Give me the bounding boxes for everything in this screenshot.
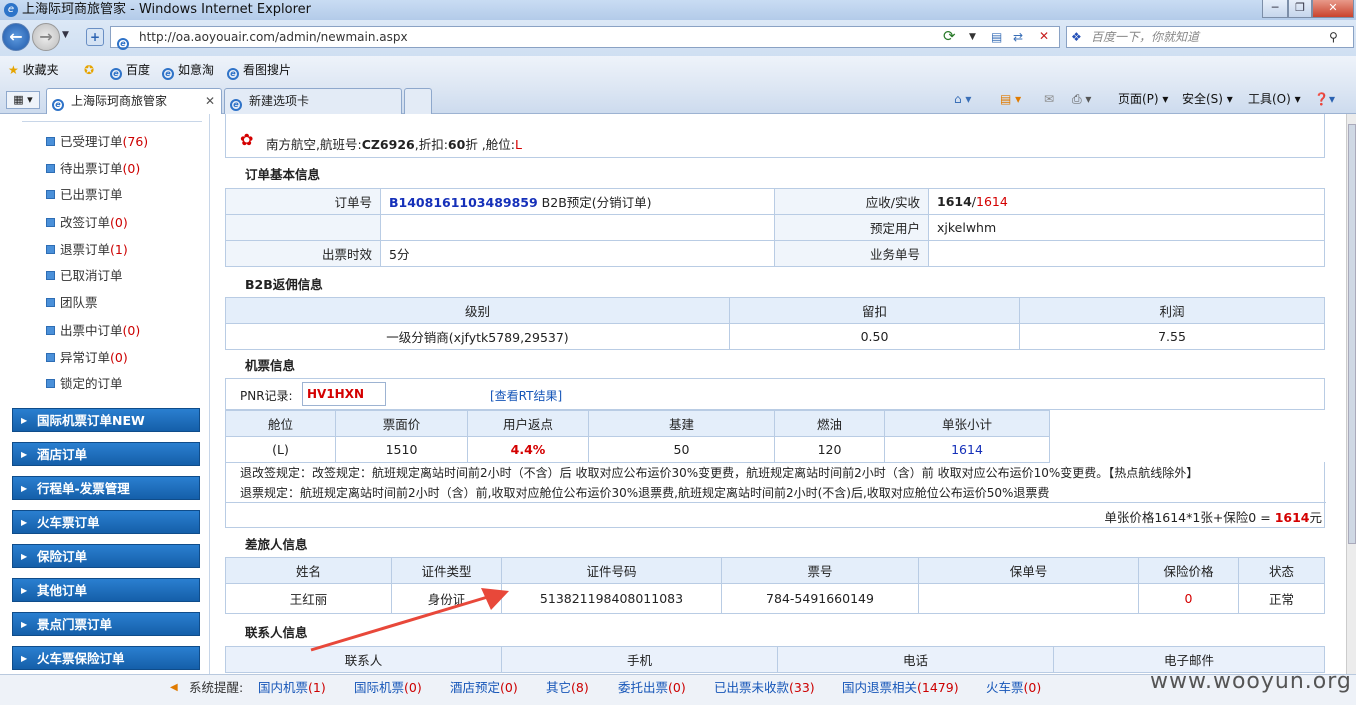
status-arrow-icon: ◀	[170, 682, 178, 693]
page-menu[interactable]: 页面(P) ▾	[1118, 90, 1168, 108]
fav-item-kantu[interactable]: e 看图搜片	[227, 56, 291, 84]
window-title: 上海际珂商旅管家 - Windows Internet Explorer	[22, 2, 311, 17]
menu-itinerary[interactable]: 行程单-发票管理	[12, 476, 200, 501]
status-link-intl[interactable]: 国际机票(0)	[354, 675, 422, 701]
sidebar: 已受理订单(76) 待出票订单(0) 已出票订单 改签订单(0) 退票订单(1)…	[0, 114, 210, 674]
menu-other-orders[interactable]: 其他订单	[12, 578, 200, 603]
window-title-bar: e 上海际珂商旅管家 - Windows Internet Explorer ─…	[0, 0, 1356, 20]
status-link-unpaid[interactable]: 已出票未收款(33)	[714, 675, 815, 701]
page-ie-icon: e	[117, 38, 129, 50]
main-content: ✿ 南方航空,航班号:CZ6926,折扣:60折 ,舱位:L 订单基本信息 订单…	[211, 114, 1346, 674]
sidebar-item-issuing[interactable]: 出票中订单(0)	[46, 323, 140, 339]
sidebar-item-pending[interactable]: 待出票订单(0)	[46, 161, 140, 177]
fav-item-baidu[interactable]: e 百度	[110, 56, 150, 84]
status-link-other[interactable]: 其它(8)	[546, 675, 589, 701]
menu-insurance-orders[interactable]: 保险订单	[12, 544, 200, 569]
help-icon[interactable]: ❓▾	[1314, 90, 1335, 108]
minimize-button[interactable]: ─	[1262, 0, 1288, 18]
compat-icon[interactable]: ⟳	[943, 26, 956, 46]
history-dropdown-icon[interactable]: ▼	[62, 30, 69, 40]
menu-ticket-orders[interactable]: 景点门票订单	[12, 612, 200, 637]
status-link-train[interactable]: 火车票(0)	[986, 675, 1041, 701]
menu-hotel-orders[interactable]: 酒店订单	[12, 442, 200, 467]
vertical-scrollbar[interactable]	[1346, 114, 1356, 674]
menu-intl-orders[interactable]: 国际机票订单NEW	[12, 408, 200, 433]
maximize-button[interactable]: ❐	[1288, 0, 1312, 18]
rss-page-icon[interactable]: ▤	[991, 27, 1002, 47]
back-icon[interactable]: ←	[2, 23, 30, 51]
sidebar-item-cancelled[interactable]: 已取消订单	[46, 268, 123, 284]
sidebar-item-change[interactable]: 改签订单(0)	[46, 215, 128, 231]
search-icon[interactable]: ⚲	[1329, 27, 1338, 47]
tools-menu[interactable]: 工具(O) ▾	[1248, 90, 1301, 108]
feeds-icon[interactable]: ▤ ▾	[1000, 90, 1021, 108]
sidebar-item-refund[interactable]: 退票订单(1)	[46, 242, 128, 258]
search-input[interactable]: ❖ 百度一下，你就知道 ⚲	[1066, 26, 1354, 48]
annotation-arrow	[310, 588, 509, 652]
sidebar-item-locked[interactable]: 锁定的订单	[46, 376, 123, 392]
sidebar-item-accepted[interactable]: 已受理订单(76)	[46, 134, 148, 150]
close-button[interactable]: ✕	[1312, 0, 1354, 18]
favorites-button[interactable]: ★ 收藏夹	[8, 56, 59, 84]
status-link-hotel[interactable]: 酒店预定(0)	[450, 675, 518, 701]
forward-icon[interactable]: →	[32, 23, 60, 51]
add-favorite-icon[interactable]: ✪	[84, 56, 94, 84]
sidebar-header-clip	[22, 114, 202, 122]
watermark: www.wooyun.org	[1150, 669, 1352, 694]
status-label: 系统提醒:	[189, 680, 244, 695]
home-icon[interactable]: ⌂ ▾	[954, 90, 971, 108]
status-link-domestic[interactable]: 国内机票(1)	[258, 675, 326, 701]
print-icon[interactable]: ⎙ ▾	[1072, 90, 1091, 108]
ie-icon: e	[4, 3, 18, 17]
star-icon: ★	[8, 63, 19, 77]
quick-tabs-icon[interactable]: ▦ ▾	[6, 91, 40, 109]
new-tab-button[interactable]	[404, 88, 432, 114]
tab-active[interactable]: e 上海际珂商旅管家 ✕	[46, 88, 222, 114]
safety-menu[interactable]: 安全(S) ▾	[1182, 90, 1233, 108]
tab-close-icon[interactable]: ✕	[205, 89, 215, 113]
favorites-bar: ★ 收藏夹 ✪ e 百度 e 如意淘 e 看图搜片	[0, 56, 1356, 84]
fav-item-ruyitao[interactable]: e 如意淘	[162, 56, 214, 84]
new-site-icon[interactable]: +	[86, 28, 104, 46]
baidu-icon: ❖	[1071, 30, 1082, 44]
tab-bar: ▦ ▾ e 上海际珂商旅管家 ✕ e 新建选项卡 ⌂ ▾ ▤ ▾ ✉ ⎙ ▾ 页…	[0, 84, 1356, 114]
address-bar: ← → ▼ + e http://oa.aoyouair.com/admin/n…	[0, 20, 1356, 56]
sidebar-item-abnormal[interactable]: 异常订单(0)	[46, 350, 128, 366]
refresh-icon[interactable]: ⇄	[1013, 27, 1023, 47]
menu-train-insurance[interactable]: 火车票保险订单	[12, 646, 200, 671]
menu-train-orders[interactable]: 火车票订单	[12, 510, 200, 535]
sidebar-item-group[interactable]: 团队票	[46, 295, 98, 311]
status-bar: ◀ 系统提醒: 国内机票(1) 国际机票(0) 酒店预定(0) 其它(8) 委托…	[0, 669, 1356, 705]
status-link-refund[interactable]: 国内退票相关(1479)	[842, 675, 959, 701]
mail-icon[interactable]: ✉	[1044, 90, 1054, 108]
url-input[interactable]: e http://oa.aoyouair.com/admin/newmain.a…	[110, 26, 1060, 50]
scroll-thumb[interactable]	[1348, 124, 1356, 544]
url-dropdown-icon[interactable]: ▼	[969, 27, 976, 47]
stop-icon[interactable]: ✕	[1039, 26, 1049, 46]
status-link-entrust[interactable]: 委托出票(0)	[618, 675, 686, 701]
sidebar-item-issued[interactable]: 已出票订单	[46, 187, 123, 203]
tab-new[interactable]: e 新建选项卡	[224, 88, 402, 114]
